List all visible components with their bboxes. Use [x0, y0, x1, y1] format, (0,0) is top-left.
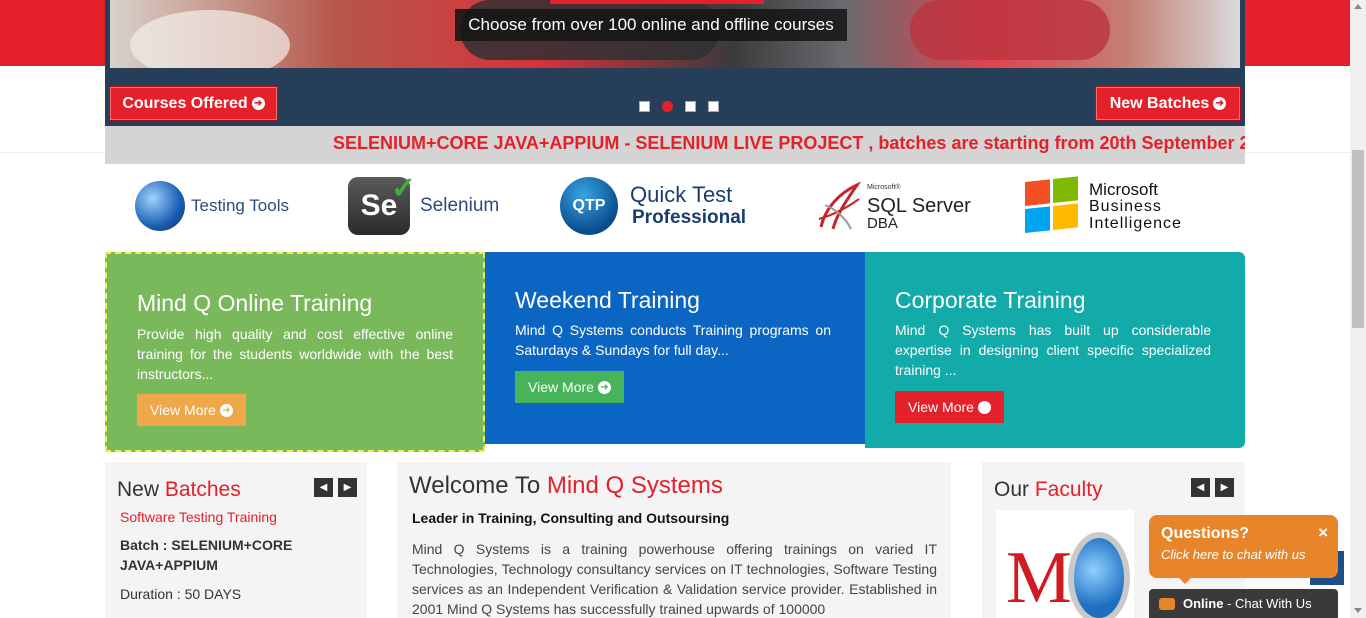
online-view-more-button[interactable]: View More ➜: [137, 394, 246, 426]
course-logos: Testing Tools Se ✓ Selenium QTP Quick Tes…: [105, 166, 1245, 246]
batch-name: Batch : SELENIUM+CORE JAVA+APPIUM: [120, 537, 293, 573]
arrow-circle-icon: ➜: [219, 403, 233, 417]
online-training-text: Provide high quality and cost effective …: [137, 326, 453, 382]
title-part-accent: Batches: [164, 478, 241, 501]
sql-sub: DBA: [867, 215, 898, 232]
new-batches-label: New Batches: [1109, 94, 1210, 112]
slider-dot[interactable]: [639, 101, 650, 112]
title-part-accent: Mind Q Systems: [546, 472, 723, 499]
slider-dot-active[interactable]: [662, 101, 673, 112]
selenium-label: Selenium: [420, 195, 500, 216]
top-red-band-left: [0, 0, 105, 66]
next-arrow-button[interactable]: ▶: [1215, 478, 1234, 497]
chat-bar[interactable]: Online - Chat With Us: [1149, 589, 1338, 618]
chat-status-suffix: - Chat With Us: [1223, 596, 1312, 611]
top-red-band-right: [1245, 0, 1350, 66]
welcome-body: Mind Q Systems is a training powerhouse …: [412, 541, 937, 617]
logo-testing-tools[interactable]: Testing Tools: [135, 166, 289, 246]
sql-server-icon: [818, 181, 862, 230]
prev-arrow-button[interactable]: ◀: [314, 478, 333, 497]
welcome-subtitle: Leader in Training, Consulting and Outso…: [412, 510, 730, 526]
batch-duration: Duration : 50 DAYS: [120, 586, 242, 602]
slider-pagination: [639, 101, 719, 112]
msbi-line1: Microsoft: [1089, 179, 1158, 199]
news-ticker[interactable]: SELENIUM+CORE JAVA+APPIUM - SELENIUM LIV…: [105, 126, 1245, 164]
welcome-panel: Welcome To Mind Q Systems Leader in Trai…: [397, 462, 951, 618]
divider: [0, 152, 105, 153]
slider-dot[interactable]: [708, 101, 719, 112]
divider: [1245, 152, 1350, 153]
weekend-training-title: Weekend Training: [515, 287, 700, 313]
page: Choose from over 100 online and offline …: [0, 0, 1366, 618]
faculty-photo[interactable]: M: [996, 510, 1134, 618]
corporate-training-title: Corporate Training: [895, 287, 1086, 313]
courses-offered-button[interactable]: Courses Offered ➜: [110, 87, 277, 120]
logo-sql-server[interactable]: Microsoft® SQL Server DBA: [815, 166, 971, 246]
qtp-icon: QTP: [560, 177, 618, 235]
scroll-down-arrow-icon[interactable]: [1354, 608, 1362, 613]
arrow-circle-icon: ➜: [977, 400, 991, 414]
courses-offered-label: Courses Offered: [122, 94, 248, 112]
online-training-box[interactable]: Mind Q Online Training Provide high qual…: [105, 252, 485, 452]
close-icon[interactable]: ×: [1318, 523, 1328, 543]
chat-status: Online: [1183, 596, 1224, 611]
title-part: New: [117, 478, 160, 501]
chat-bubble-icon: [1159, 597, 1175, 610]
chat-prompt-text: Click here to chat with us: [1161, 547, 1306, 562]
new-batches-title: New Batches: [117, 478, 241, 502]
chat-question: Questions?: [1161, 525, 1250, 542]
faculty-title: Our Faculty: [994, 478, 1103, 502]
view-more-label: View More: [150, 402, 216, 418]
view-more-label: View More: [908, 399, 974, 415]
new-batches-panel: New Batches ◀ ▶ Software Testing Trainin…: [105, 462, 367, 618]
weekend-training-box[interactable]: Weekend Training Mind Q Systems conducts…: [485, 252, 865, 444]
next-arrow-button[interactable]: ▶: [338, 478, 357, 497]
selenium-icon: Se ✓: [348, 172, 416, 235]
ticker-text[interactable]: SELENIUM+CORE JAVA+APPIUM - SELENIUM LIV…: [333, 133, 1245, 154]
slider-dot[interactable]: [685, 101, 696, 112]
msbi-line3: Intelligence: [1089, 214, 1182, 232]
sql-main: SQL Server: [867, 195, 971, 217]
logo-msbi[interactable]: Microsoft Business Intelligence: [1025, 166, 1182, 246]
prev-arrow-button[interactable]: ◀: [1191, 478, 1210, 497]
hero-slider: Choose from over 100 online and offline …: [105, 0, 1245, 126]
globe-icon: [1068, 532, 1130, 618]
online-training-title: Mind Q Online Training: [137, 290, 373, 316]
logo-selenium[interactable]: Se ✓ Selenium: [348, 166, 499, 246]
corporate-training-text: Mind Q Systems has built up considerable…: [895, 322, 1211, 378]
arrow-circle-icon: ➜: [597, 380, 611, 394]
qtp-line1: Quick Test: [630, 182, 733, 207]
faculty-logo-letter: M: [1006, 537, 1072, 618]
msbi-line2: Business: [1089, 197, 1162, 215]
corporate-view-more-button[interactable]: View More ➜: [895, 391, 1004, 423]
scrollbar[interactable]: [1350, 0, 1366, 618]
batch-course-link[interactable]: Software Testing Training: [120, 509, 277, 525]
view-more-label: View More: [528, 379, 594, 395]
arrow-circle-icon: ➜: [1213, 97, 1227, 110]
slide-image: Choose from over 100 online and offline …: [110, 0, 1240, 68]
weekend-view-more-button[interactable]: View More ➜: [515, 371, 624, 403]
scroll-up-arrow-icon[interactable]: [1354, 4, 1362, 9]
windows-flag-icon: [1025, 176, 1081, 236]
chat-prompt[interactable]: Questions? Click here to chat with us ×: [1149, 515, 1338, 578]
chat-tail: [1177, 576, 1193, 584]
arrow-circle-icon: ➜: [251, 97, 265, 110]
logo-qtp[interactable]: QTP Quick Test Professional: [560, 166, 746, 246]
testing-tools-label: Testing Tools: [191, 196, 289, 215]
corporate-training-box[interactable]: Corporate Training Mind Q Systems has bu…: [865, 252, 1245, 448]
testing-globe-icon: [135, 181, 185, 231]
title-part-accent: Faculty: [1034, 478, 1103, 501]
weekend-training-text: Mind Q Systems conducts Training program…: [515, 322, 831, 358]
title-part: Welcome To: [409, 472, 541, 499]
new-batches-button[interactable]: New Batches ➜: [1096, 87, 1240, 120]
slide-caption: Choose from over 100 online and offline …: [455, 9, 847, 41]
scroll-thumb[interactable]: [1352, 150, 1364, 328]
title-part: Our: [994, 478, 1030, 501]
welcome-title: Welcome To Mind Q Systems: [409, 472, 723, 500]
qtp-line2: Professional: [632, 207, 747, 228]
